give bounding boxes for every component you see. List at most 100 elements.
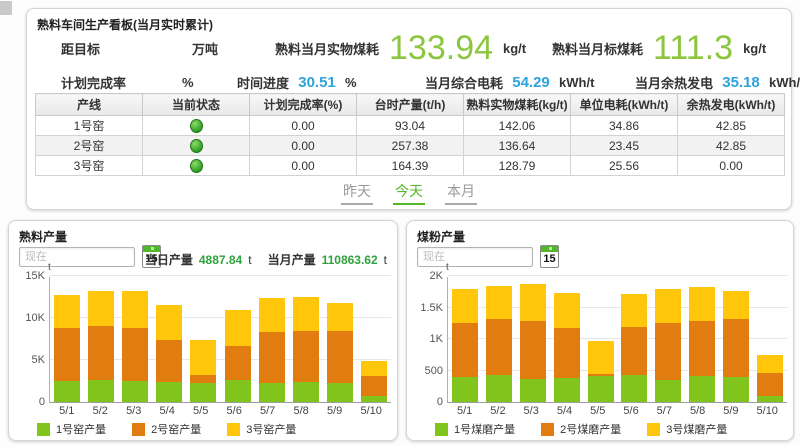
bar-segment[interactable] <box>621 327 647 375</box>
stacked-bar-5/1[interactable] <box>54 295 80 403</box>
legend-item[interactable]: 1号窑产量 <box>37 421 106 437</box>
bar-segment[interactable] <box>327 383 353 402</box>
stacked-bar-5/5[interactable] <box>588 341 614 402</box>
bar-segment[interactable] <box>259 383 285 402</box>
date-input[interactable] <box>417 247 533 267</box>
bar-segment[interactable] <box>293 331 319 381</box>
bars-container <box>448 277 787 402</box>
stacked-bar-5/10[interactable] <box>757 355 783 402</box>
stacked-bar-5/4[interactable] <box>554 293 580 402</box>
metric-value: 111.3 <box>653 31 733 65</box>
bar-segment[interactable] <box>88 291 114 327</box>
stacked-bar-5/7[interactable] <box>259 298 285 402</box>
bar-segment[interactable] <box>122 328 148 381</box>
bar-segment[interactable] <box>259 332 285 382</box>
legend-item[interactable]: 3号煤磨产量 <box>647 421 727 437</box>
stacked-bar-5/7[interactable] <box>655 289 681 402</box>
bar-segment[interactable] <box>190 340 216 375</box>
metric-label: 距目标 <box>61 39 100 58</box>
stacked-bar-5/2[interactable] <box>88 291 114 402</box>
stacked-bar-5/6[interactable] <box>621 294 647 402</box>
bar-segment[interactable] <box>486 375 512 402</box>
bar-segment[interactable] <box>327 303 353 331</box>
stacked-bar-5/4[interactable] <box>156 305 182 402</box>
y-axis-tick-label: 1K <box>430 333 443 345</box>
bar-segment[interactable] <box>54 295 80 329</box>
tab-今天[interactable]: 今天 <box>393 181 425 205</box>
bar-segment[interactable] <box>655 323 681 380</box>
x-axis-tick-label: 5/3 <box>524 405 539 417</box>
bar-segment[interactable] <box>452 323 478 377</box>
bar-segment[interactable] <box>554 328 580 378</box>
bar-segment[interactable] <box>361 376 387 397</box>
tab-本月[interactable]: 本月 <box>445 181 477 205</box>
stacked-bar-5/9[interactable] <box>327 303 353 402</box>
stacked-bar-5/3[interactable] <box>122 291 148 402</box>
legend-item[interactable]: 2号窑产量 <box>132 421 201 437</box>
stacked-bar-5/8[interactable] <box>689 287 715 402</box>
bar-segment[interactable] <box>554 293 580 328</box>
bar-segment[interactable] <box>156 340 182 382</box>
bar-segment[interactable] <box>757 355 783 373</box>
calendar-icon[interactable]: 15 <box>540 245 559 268</box>
bar-segment[interactable] <box>88 380 114 402</box>
bar-segment[interactable] <box>486 286 512 319</box>
bar-segment[interactable] <box>621 294 647 327</box>
clinker-chart-legend: 1号窑产量 2号窑产量 3号窑产量 <box>37 421 296 437</box>
bar-segment[interactable] <box>520 321 546 380</box>
monthly-output-stat: 当月产量 110863.62 t <box>268 251 387 268</box>
bar-segment[interactable] <box>293 382 319 402</box>
bar-segment[interactable] <box>122 381 148 402</box>
tab-昨天[interactable]: 昨天 <box>341 181 373 205</box>
bar-segment[interactable] <box>327 331 353 383</box>
bar-segment[interactable] <box>54 381 80 402</box>
bar-segment[interactable] <box>190 383 216 402</box>
stacked-bar-5/5[interactable] <box>190 340 216 402</box>
bar-segment[interactable] <box>689 376 715 402</box>
bar-segment[interactable] <box>554 378 580 402</box>
bar-segment[interactable] <box>122 291 148 328</box>
legend-item[interactable]: 3号窑产量 <box>227 421 296 437</box>
stacked-bar-5/6[interactable] <box>225 310 251 402</box>
bar-segment[interactable] <box>655 380 681 402</box>
stacked-bar-5/2[interactable] <box>486 286 512 402</box>
stacked-bar-5/1[interactable] <box>452 289 478 402</box>
date-input[interactable] <box>19 247 135 267</box>
clinker-panel-title: 熟料产量 <box>19 228 67 245</box>
bar-segment[interactable] <box>156 382 182 402</box>
x-axis-tick-label: 5/5 <box>590 405 605 417</box>
bar-segment[interactable] <box>588 341 614 374</box>
bar-segment[interactable] <box>655 289 681 324</box>
stacked-bar-5/8[interactable] <box>293 297 319 402</box>
bar-segment[interactable] <box>225 380 251 402</box>
bar-segment[interactable] <box>486 319 512 375</box>
bar-segment[interactable] <box>588 376 614 402</box>
bar-segment[interactable] <box>689 321 715 376</box>
legend-item[interactable]: 2号煤磨产量 <box>541 421 621 437</box>
stacked-bar-5/9[interactable] <box>723 291 749 402</box>
bar-segment[interactable] <box>452 377 478 402</box>
bar-segment[interactable] <box>259 298 285 332</box>
legend-item[interactable]: 1号煤磨产量 <box>435 421 515 437</box>
bar-segment[interactable] <box>757 373 783 396</box>
bar-segment[interactable] <box>225 346 251 380</box>
stacked-bar-5/3[interactable] <box>520 284 546 402</box>
bar-segment[interactable] <box>723 319 749 377</box>
bar-segment[interactable] <box>190 375 216 382</box>
bar-segment[interactable] <box>361 361 387 375</box>
bar-segment[interactable] <box>689 287 715 322</box>
bar-segment[interactable] <box>293 297 319 331</box>
metric-unit: kWh/t <box>559 75 594 90</box>
bar-segment[interactable] <box>723 377 749 402</box>
bar-segment[interactable] <box>621 375 647 402</box>
bar-segment[interactable] <box>520 379 546 402</box>
calendar-icon-header <box>541 246 558 252</box>
bar-segment[interactable] <box>54 328 80 381</box>
bar-segment[interactable] <box>225 310 251 345</box>
bar-segment[interactable] <box>723 291 749 320</box>
bar-segment[interactable] <box>88 326 114 380</box>
stacked-bar-5/10[interactable] <box>361 361 387 402</box>
bar-segment[interactable] <box>452 289 478 323</box>
bar-segment[interactable] <box>520 284 546 321</box>
bar-segment[interactable] <box>156 305 182 340</box>
